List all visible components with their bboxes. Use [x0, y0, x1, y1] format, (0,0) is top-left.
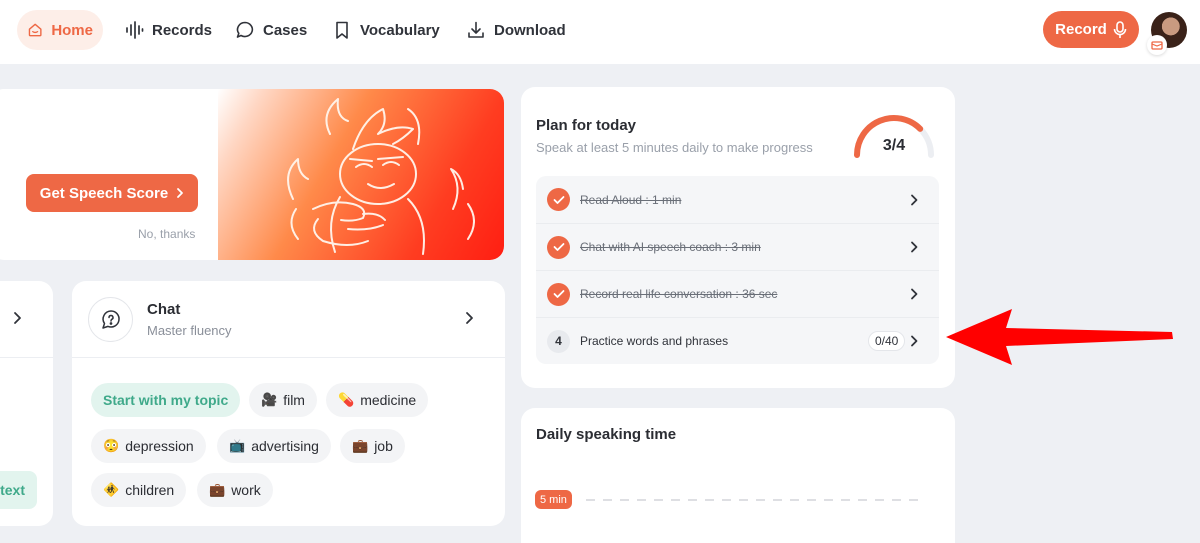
daily-speaking-time-card: Daily speaking time 5 min [521, 408, 955, 543]
bookmark-icon [336, 21, 348, 39]
speech-score-promo-card: Get Speech Score No, thanks [0, 89, 504, 260]
nav-cases[interactable]: Cases [225, 10, 317, 50]
chip-label: work [231, 482, 261, 498]
task-read-aloud[interactable]: Read Aloud : 1 min [536, 176, 939, 223]
card-divider [0, 357, 53, 358]
start-with-my-topic-chip[interactable]: Start with my topic [91, 383, 241, 417]
task-label: Chat with AI speech coach : 3 min [580, 240, 761, 254]
task-number: 4 [547, 329, 570, 353]
chip-label: film [283, 392, 305, 408]
chip-label: medicine [360, 392, 417, 408]
nav-records[interactable]: Records [114, 10, 222, 50]
promo-illustration [218, 89, 504, 260]
chevron-right-icon [177, 188, 184, 198]
nav-home[interactable]: Home [17, 10, 103, 50]
top-navigation-bar: Home Records Cases Vocabulary Download R… [0, 0, 1200, 64]
film-icon: 🎥 [261, 392, 278, 407]
chat-question-icon [88, 297, 133, 342]
chevron-right-icon [911, 194, 918, 205]
chat-title: Chat [147, 301, 181, 318]
topic-chip-advertising[interactable]: 📺 advertising [217, 429, 331, 463]
goal-badge: 5 min [535, 490, 572, 509]
briefcase-icon: 💼 [352, 438, 369, 453]
chat-card: Chat Master fluency Start with my topic … [72, 281, 505, 526]
record-button-label: Record [1055, 21, 1107, 38]
goal-dashed-line [586, 499, 921, 501]
task-record-conversation[interactable]: Record real life conversation : 36 sec [536, 270, 939, 317]
nav-download-label: Download [494, 21, 566, 39]
chip-label: depression [125, 438, 194, 454]
nav-vocabulary[interactable]: Vocabulary [322, 10, 450, 50]
progress-label: 3/4 [882, 137, 906, 154]
task-label: Record real life conversation : 36 sec [580, 287, 778, 301]
card-divider [72, 357, 505, 358]
nav-home-label: Home [51, 21, 93, 39]
text-chip[interactable]: text [0, 471, 37, 509]
check-icon [547, 235, 570, 259]
no-thanks-link[interactable]: No, thanks [138, 227, 195, 241]
task-label: Practice words and phrases [580, 334, 729, 348]
nav-records-label: Records [152, 21, 213, 39]
download-icon [468, 21, 484, 38]
check-icon [547, 282, 570, 306]
annotation-arrow-icon [946, 309, 1173, 365]
chip-label: advertising [251, 438, 319, 454]
topic-chip-children[interactable]: 🚸 children [91, 473, 187, 507]
chevron-right-icon[interactable] [13, 310, 23, 326]
topic-chip-depression[interactable]: 😳 depression [91, 429, 206, 463]
briefcase-icon: 💼 [209, 482, 226, 497]
nav-cases-label: Cases [263, 21, 308, 39]
record-button[interactable]: Record [1043, 11, 1139, 48]
sad-face-icon: 😳 [103, 438, 120, 453]
chevron-right-icon [911, 335, 918, 347]
get-speech-score-button[interactable]: Get Speech Score [26, 174, 198, 212]
task-list: Read Aloud : 1 min Chat with AI speech c… [536, 176, 939, 364]
chat-bubble-icon [236, 21, 254, 38]
chevron-right-icon [911, 288, 918, 300]
chip-label: children [125, 482, 175, 498]
plan-subtitle: Speak at least 5 minutes daily to make p… [536, 140, 813, 155]
chip-label: job [374, 438, 393, 454]
check-icon [547, 188, 570, 211]
sound-wave-icon [126, 21, 144, 39]
chip-label: Start with my topic [103, 392, 229, 408]
chevron-right-icon [911, 241, 918, 253]
task-practice-words[interactable]: 4 Practice words and phrases 0/40 [536, 317, 939, 364]
pill-icon: 💊 [338, 392, 355, 407]
task-chat-coach[interactable]: Chat with AI speech coach : 3 min [536, 223, 939, 270]
get-speech-score-label: Get Speech Score [39, 184, 169, 202]
topic-chip-work[interactable]: 💼 work [197, 473, 273, 507]
task-label: Read Aloud : 1 min [580, 192, 682, 207]
topic-chip-medicine[interactable]: 💊 medicine [326, 383, 429, 417]
topic-chip-film[interactable]: 🎥 film [249, 383, 317, 417]
practice-card-partial: text [0, 281, 53, 526]
task-count-badge: 0/40 [868, 331, 906, 351]
tv-icon: 📺 [229, 438, 246, 453]
topic-chip-job[interactable]: 💼 job [340, 429, 405, 463]
children-crossing-icon: 🚸 [103, 482, 120, 497]
chat-subtitle: Master fluency [147, 323, 232, 338]
daily-title: Daily speaking time [536, 426, 677, 443]
nav-vocabulary-label: Vocabulary [360, 21, 440, 39]
chevron-right-icon[interactable] [465, 310, 475, 326]
crown-badge-icon [1147, 35, 1167, 55]
plan-title: Plan for today [536, 117, 637, 134]
nav-download[interactable]: Download [456, 10, 576, 50]
plan-for-today-card: Plan for today Speak at least 5 minutes … [521, 87, 955, 388]
microphone-icon [1113, 20, 1127, 38]
home-icon [28, 23, 42, 37]
